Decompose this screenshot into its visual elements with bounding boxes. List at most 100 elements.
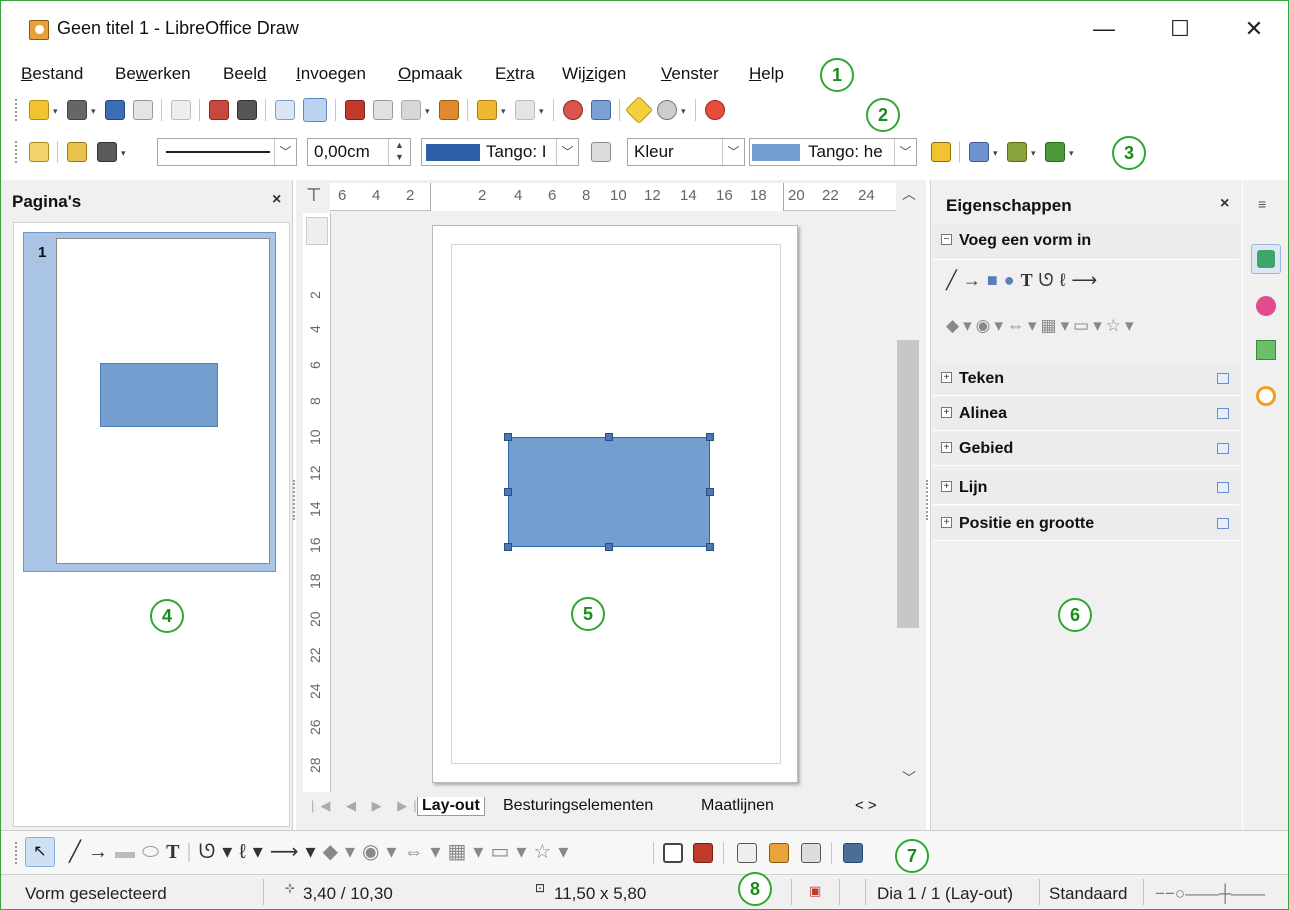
basic-shapes-icon[interactable]: ◆▾ xyxy=(946,316,976,335)
more-options-icon[interactable] xyxy=(1217,373,1229,384)
align-icon[interactable] xyxy=(1007,142,1027,162)
menu-help[interactable]: Help xyxy=(749,64,784,84)
section-gebied[interactable]: + Gebied xyxy=(933,432,1239,466)
shadow-icon[interactable] xyxy=(931,142,951,162)
arrow-tool-icon[interactable]: → xyxy=(963,270,987,290)
toolbar-grip[interactable] xyxy=(15,99,19,121)
vertical-ruler[interactable]: 2 4 6 8 10 12 14 16 18 20 22 24 26 28 xyxy=(303,213,331,793)
drawing-tools-row[interactable]: ╱→▬⬭T|ᘎ▾ℓ▾⟶▾◆▾◉▾⇔▾▦▾▭▾☆▾ xyxy=(69,839,575,864)
tab-scroll-arrows-icon[interactable]: |◀ ◀ ▶ ▶| xyxy=(311,798,423,814)
expand-icon[interactable]: + xyxy=(941,407,952,418)
menu-extra[interactable]: Extra xyxy=(495,64,535,84)
menu-bewerken[interactable]: Bewerken xyxy=(115,64,191,84)
gluepoint-icon[interactable] xyxy=(624,95,654,125)
line-tool-icon[interactable]: ╱ xyxy=(69,841,88,863)
lines-arrows-icon[interactable]: ⟶▾ xyxy=(270,841,323,863)
transformations-dropdown-icon[interactable]: ▾ xyxy=(993,148,998,159)
horizontal-ruler[interactable]: 6 4 2 2 4 6 8 10 12 14 16 18 20 22 24 xyxy=(330,183,896,211)
connector-tool-icon[interactable]: ℓ▾ xyxy=(239,841,270,863)
curve-tool-icon[interactable]: ᘎ▾ xyxy=(199,841,240,863)
help-icon[interactable] xyxy=(705,100,725,120)
save-icon[interactable] xyxy=(105,100,125,120)
section-alinea[interactable]: + Alinea xyxy=(933,397,1239,431)
properties-deck-button[interactable] xyxy=(1251,244,1281,274)
arrow-style-dropdown-icon[interactable]: ▾ xyxy=(121,148,126,159)
expand-icon[interactable]: + xyxy=(941,517,952,528)
email-icon[interactable] xyxy=(133,100,153,120)
expand-icon[interactable]: + xyxy=(941,481,952,492)
close-button[interactable]: ✕ xyxy=(1231,9,1277,49)
extended-shapes-row[interactable]: ◆▾◉▾⇔▾▦▾▭▾☆▾ xyxy=(946,316,1138,336)
maximize-button[interactable]: ☐ xyxy=(1157,9,1203,49)
cut-icon[interactable] xyxy=(345,100,365,120)
connector-tool-icon[interactable]: ℓ xyxy=(1060,270,1072,290)
styles-icon[interactable] xyxy=(29,142,49,162)
sidebar-close-button[interactable]: × xyxy=(1220,195,1229,213)
fill-type-select[interactable]: Kleur ﹀ xyxy=(627,138,745,166)
arrange-icon[interactable] xyxy=(1045,142,1065,162)
rectangle-tool-icon[interactable]: ■ xyxy=(987,270,1004,290)
flowchart-icon[interactable]: ▦▾ xyxy=(448,841,491,863)
resize-handle[interactable] xyxy=(504,488,512,496)
toggle-extrusion-icon[interactable] xyxy=(693,843,713,863)
section-positie-en-grootte[interactable]: + Positie en grootte xyxy=(933,507,1239,541)
new-document-icon[interactable] xyxy=(29,100,49,120)
right-pane-splitter[interactable] xyxy=(926,480,929,520)
tab-layout[interactable]: Lay-out xyxy=(417,797,485,816)
stars-icon[interactable]: ☆▾ xyxy=(1106,316,1138,335)
resize-handle[interactable] xyxy=(504,543,512,551)
zoom-dropdown-icon[interactable]: ▾ xyxy=(681,106,686,117)
navigator-deck-icon[interactable] xyxy=(1256,386,1276,406)
menu-invoegen[interactable]: Invoegen xyxy=(296,64,366,84)
redo-icon[interactable] xyxy=(515,100,535,120)
scroll-up-icon[interactable]: ︿ xyxy=(902,184,916,204)
line-tool-icon[interactable]: ╱ xyxy=(946,270,963,290)
resize-handle[interactable] xyxy=(605,433,613,441)
toolbar-grip[interactable] xyxy=(15,842,19,864)
tab-nav-arrows[interactable]: < > xyxy=(855,797,877,814)
arrange-dropdown-icon[interactable]: ▾ xyxy=(1069,148,1074,159)
resize-handle[interactable] xyxy=(504,433,512,441)
zoom-icon[interactable] xyxy=(657,100,677,120)
more-options-icon[interactable] xyxy=(1217,408,1229,419)
text-tool-icon[interactable]: T xyxy=(166,841,186,863)
more-options-icon[interactable] xyxy=(1217,482,1229,493)
toolbar-grip[interactable] xyxy=(15,141,19,163)
stepper-arrows-icon[interactable]: ▲ ▼ xyxy=(388,139,410,165)
more-options-icon[interactable] xyxy=(1217,518,1229,529)
menu-beeld[interactable]: Beeld xyxy=(223,64,267,84)
transformations-icon[interactable] xyxy=(969,142,989,162)
auto-spellcheck-icon[interactable] xyxy=(303,98,327,122)
menu-bestand[interactable]: Bestand xyxy=(21,64,83,84)
resize-handle[interactable] xyxy=(706,433,714,441)
block-arrows-icon[interactable]: ⇔▾ xyxy=(403,841,447,863)
section-lijn[interactable]: + Lijn xyxy=(933,471,1239,505)
copy-icon[interactable] xyxy=(373,100,393,120)
menu-wijzigen[interactable]: Wijzigen xyxy=(562,64,626,84)
sidebar-menu-icon[interactable]: ≡ xyxy=(1258,196,1266,212)
ruler-origin-icon[interactable]: ⊤ xyxy=(306,185,322,206)
callout-shapes-icon[interactable]: ▭▾ xyxy=(1073,316,1106,335)
chart-icon[interactable] xyxy=(591,100,611,120)
basic-shapes-row[interactable]: ╱→■●Tᘎℓ⟶ xyxy=(946,270,1103,291)
tab-maatlijnen[interactable]: Maatlijnen xyxy=(701,797,774,815)
image-icon[interactable] xyxy=(563,100,583,120)
styles-deck-icon[interactable] xyxy=(1256,296,1276,316)
paste-dropdown-icon[interactable]: ▾ xyxy=(425,106,430,117)
edit-mode-icon[interactable] xyxy=(171,100,191,120)
selected-rectangle-shape[interactable] xyxy=(508,437,710,547)
tab-besturingselementen[interactable]: Besturingselementen xyxy=(503,797,653,815)
select-tool-button[interactable]: ↖ xyxy=(25,837,55,867)
arrow-tool-icon[interactable]: → xyxy=(88,841,115,863)
zoom-slider[interactable]: −−○——┼—— xyxy=(1155,884,1265,904)
slides-pane-close-button[interactable]: × xyxy=(272,191,281,209)
chevron-down-icon[interactable]: ﹀ xyxy=(894,139,916,165)
frame-icon[interactable] xyxy=(801,843,821,863)
line-color-select[interactable]: Tango: I ﹀ xyxy=(421,138,579,166)
clone-formatting-icon[interactable] xyxy=(439,100,459,120)
area-fill-icon[interactable] xyxy=(591,142,611,162)
block-arrows-icon[interactable]: ⇔▾ xyxy=(1007,316,1041,335)
redo-dropdown-icon[interactable]: ▾ xyxy=(539,106,544,117)
left-pane-splitter[interactable] xyxy=(293,480,296,520)
more-options-icon[interactable] xyxy=(1217,443,1229,454)
